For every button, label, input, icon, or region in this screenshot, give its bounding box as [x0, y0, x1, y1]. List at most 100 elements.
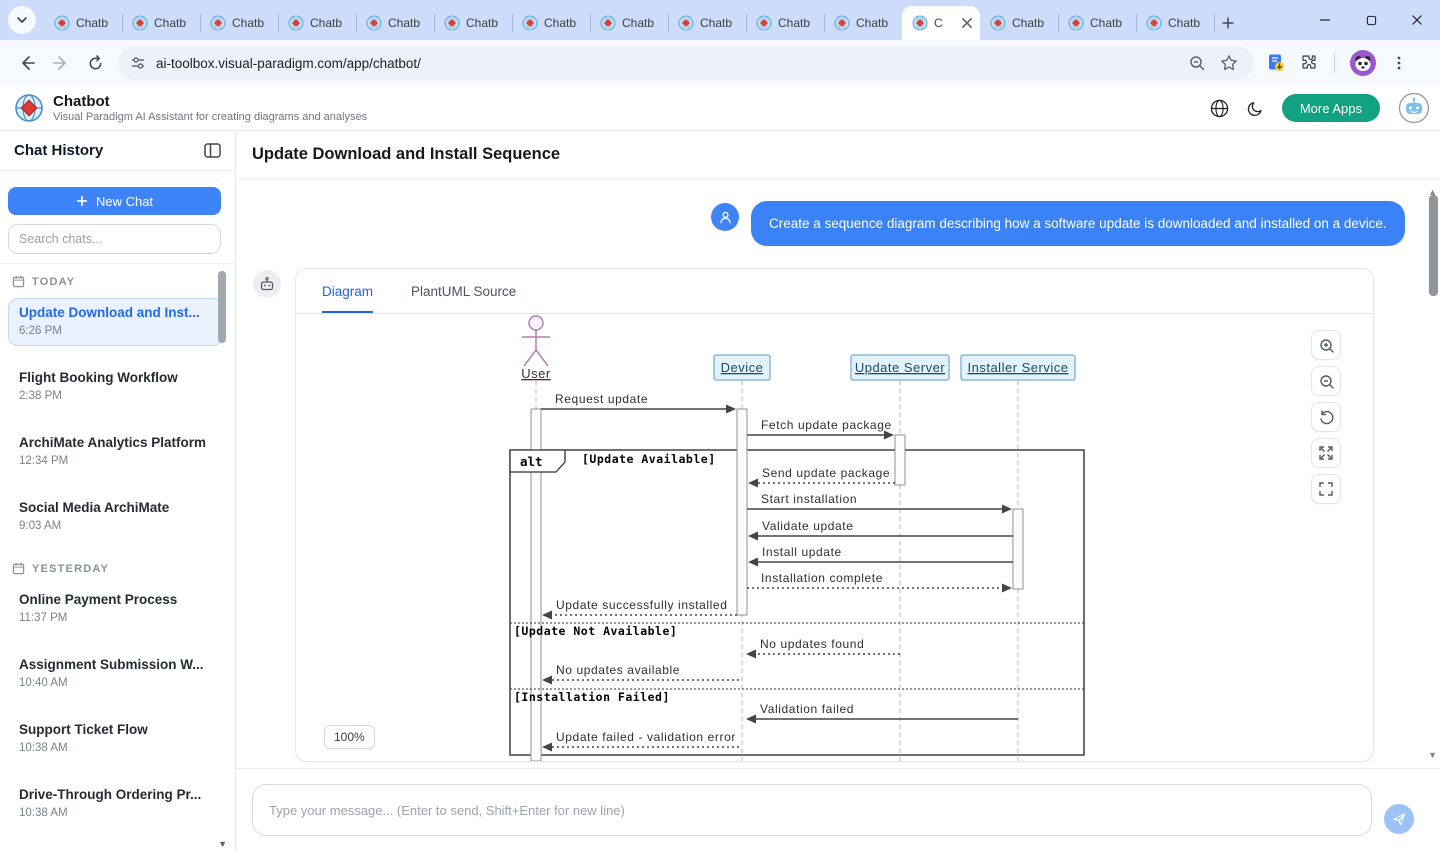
svg-text:Validate update: Validate update [762, 519, 854, 533]
extensions-puzzle-icon[interactable] [1300, 53, 1320, 73]
card-tab-plantuml-source[interactable]: PlantUML Source [411, 284, 516, 313]
browser-tab[interactable]: Chatb [1136, 6, 1214, 40]
svg-text:[Update Available]: [Update Available] [582, 452, 716, 466]
chat-item-title: Flight Booking Workflow [19, 370, 212, 385]
zoom-indicator-icon[interactable] [1188, 54, 1206, 72]
browser-tab[interactable]: Chatb [1058, 6, 1136, 40]
tab-search-chevron-button[interactable] [8, 6, 36, 34]
browser-tab[interactable]: Chatb [746, 6, 824, 40]
chat-history-item-selected[interactable]: Update Download and Inst...6:26 PM [8, 298, 223, 346]
maximize-icon [1366, 15, 1377, 26]
browser-tab[interactable]: Chatb [356, 6, 434, 40]
visual-paradigm-favicon [678, 15, 694, 31]
chat-history-item[interactable]: Assignment Submission W...10:40 AM [8, 650, 223, 698]
language-globe-icon[interactable] [1210, 99, 1229, 118]
card-tab-diagram[interactable]: Diagram [322, 284, 373, 313]
window-close-button[interactable] [1394, 0, 1440, 40]
window-minimize-button[interactable] [1302, 0, 1348, 40]
chat-history-item[interactable]: Flight Booking Workflow 2:38 PM [8, 363, 223, 411]
tab-title: Chatb [466, 16, 506, 30]
send-button[interactable] [1384, 804, 1414, 834]
tab-title: Chatb [700, 16, 740, 30]
visual-paradigm-favicon [1068, 15, 1084, 31]
new-chat-button[interactable]: New Chat [8, 187, 221, 215]
tab-title: Chatb [544, 16, 584, 30]
chat-scroll-area[interactable]: Create a sequence diagram describing how… [236, 179, 1440, 768]
svg-text:No updates found: No updates found [760, 637, 864, 651]
message-input[interactable] [252, 784, 1372, 836]
window-maximize-button[interactable] [1348, 0, 1394, 40]
fullscreen-button[interactable] [1311, 474, 1341, 504]
tab-title: C [934, 16, 954, 30]
browser-tab[interactable]: Chatb [980, 6, 1058, 40]
chat-item-title: Social Media ArchiMate [19, 500, 212, 515]
chat-history-item[interactable]: Online Banking Transfer Flow10:38 AM [8, 845, 223, 852]
sidebar-scrollbar-down-arrow[interactable]: ▼ [218, 839, 227, 849]
tab-title: Chatb [622, 16, 662, 30]
chat-history-item[interactable]: ArchiMate Analytics Platform12:34 PM [8, 428, 223, 476]
collapse-sidebar-icon[interactable] [204, 143, 221, 158]
chat-scrollbar-thumb[interactable] [1429, 195, 1438, 296]
diagram-card-tabs: Diagram PlantUML Source [296, 269, 1373, 314]
reload-button[interactable] [78, 46, 112, 80]
more-apps-button[interactable]: More Apps [1282, 94, 1380, 122]
tab-close-icon[interactable] [960, 16, 974, 30]
chat-history-item[interactable]: Online Payment Process11:37 PM [8, 585, 223, 633]
minimize-icon [1319, 14, 1331, 26]
site-info-icon[interactable] [130, 55, 146, 71]
profile-avatar[interactable] [1349, 49, 1377, 77]
svg-text:Start installation: Start installation [761, 492, 857, 506]
browser-menu-icon[interactable] [1391, 55, 1407, 71]
new-tab-button[interactable] [1214, 9, 1242, 37]
forward-icon [52, 54, 70, 72]
reading-mode-icon[interactable] [1266, 53, 1286, 73]
forward-button[interactable] [44, 46, 78, 80]
chat-history-item[interactable]: Social Media ArchiMate 9:03 AM [8, 493, 223, 541]
browser-tab[interactable]: Chatb [278, 6, 356, 40]
address-bar[interactable]: ai-toolbox.visual-paradigm.com/app/chatb… [118, 46, 1254, 80]
tab-divider [1214, 14, 1215, 32]
sidebar-scrollbar-thumb[interactable] [218, 271, 226, 343]
tab-title: Chatb [310, 16, 350, 30]
participant-update-server: Update Server [851, 355, 949, 380]
chat-history-sidebar: Chat History New Chat TODAYUpdate Downlo… [0, 131, 236, 852]
browser-tab[interactable]: Chatb [668, 6, 746, 40]
url-text[interactable]: ai-toolbox.visual-paradigm.com/app/chatb… [156, 56, 1188, 71]
chat-history-item[interactable]: Drive-Through Ordering Pr...10:38 AM [8, 780, 223, 828]
main-panel: Update Download and Install Sequence Cre… [236, 131, 1440, 852]
visual-paradigm-logo [14, 93, 44, 123]
chat-item-title: ArchiMate Analytics Platform [19, 435, 212, 450]
browser-tab[interactable]: Chatb [824, 6, 902, 40]
dark-mode-moon-icon[interactable] [1247, 100, 1264, 117]
back-button[interactable] [10, 46, 44, 80]
chat-item-time: 9:03 AM [19, 520, 212, 532]
chat-item-title: Assignment Submission W... [19, 657, 212, 672]
visual-paradigm-favicon [288, 15, 304, 31]
zoom-in-button[interactable] [1311, 330, 1341, 360]
sequence-diagram: UserDeviceUpdate ServerInstaller Service… [309, 314, 1359, 761]
browser-tab[interactable]: Chatb [590, 6, 668, 40]
browser-tab[interactable]: Chatb [200, 6, 278, 40]
browser-tab[interactable]: Chatb [44, 6, 122, 40]
zoom-out-button[interactable] [1311, 366, 1341, 396]
visual-paradigm-favicon [444, 15, 460, 31]
sidebar-title: Chat History [14, 142, 103, 159]
reset-zoom-button[interactable] [1311, 402, 1341, 432]
chat-item-time: 11:37 PM [19, 612, 212, 624]
bookmark-star-icon[interactable] [1220, 54, 1238, 72]
browser-tab[interactable]: Chatb [512, 6, 590, 40]
chat-history-item[interactable]: Support Ticket Flow10:38 AM [8, 715, 223, 763]
diagram-viewport[interactable]: UserDeviceUpdate ServerInstaller Service… [296, 314, 1373, 761]
app-title: Chatbot [53, 93, 367, 110]
browser-tab[interactable]: Chatb [434, 6, 512, 40]
browser-tab[interactable]: Chatb [122, 6, 200, 40]
tab-title: Chatb [1168, 16, 1208, 30]
send-paper-plane-icon [1391, 811, 1407, 827]
fit-expand-button[interactable] [1311, 438, 1341, 468]
chatbot-assistant-icon[interactable] [1398, 92, 1430, 124]
plus-icon [76, 195, 88, 207]
chat-scrollbar-down-arrow[interactable]: ▼ [1428, 750, 1437, 760]
browser-tab-active[interactable]: C [902, 6, 980, 40]
search-chats-input[interactable] [8, 224, 221, 254]
chat-item-time: 2:38 PM [19, 390, 212, 402]
